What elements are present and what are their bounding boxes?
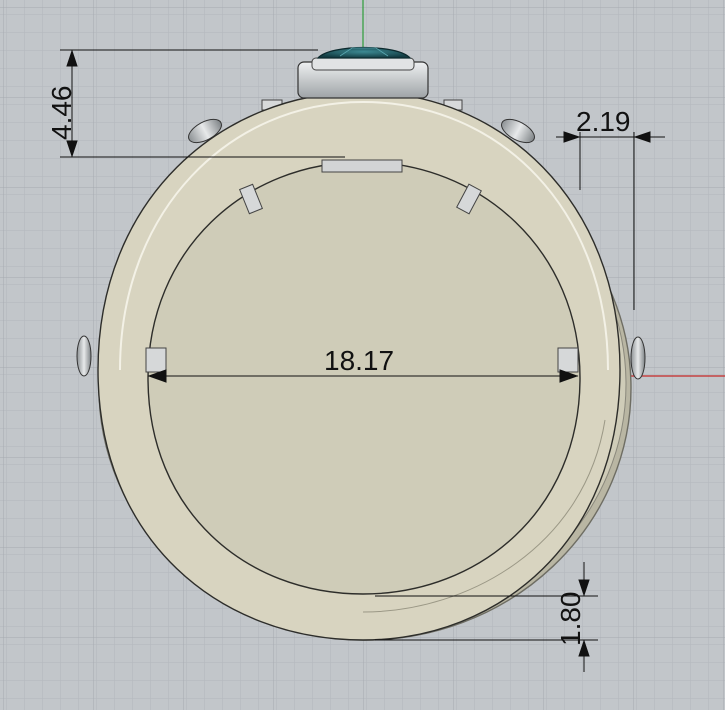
prong-inner-side-right (557, 347, 579, 373)
inner-gallery (321, 159, 403, 173)
dimension-shoulder-width-label: 2.19 (576, 106, 631, 137)
side-stone-right (630, 336, 646, 380)
prong-inner-side-left (145, 347, 167, 373)
dimension-band-thickness-label: 1.80 (555, 592, 586, 647)
side-stone-left (76, 335, 92, 377)
dimension-inner-diameter-label: 18.17 (324, 345, 394, 376)
dimension-top-height-label: 4.46 (46, 86, 77, 141)
rhino-viewport[interactable]: 4.46 2.19 18.17 1.80 (0, 0, 725, 710)
